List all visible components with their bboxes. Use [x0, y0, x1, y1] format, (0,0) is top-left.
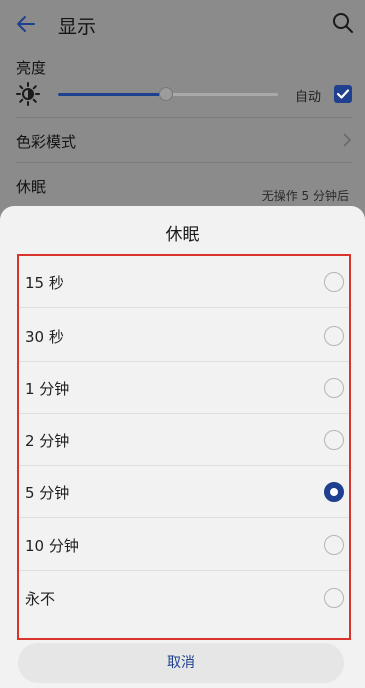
option-30-seconds[interactable]: 30 秒	[19, 310, 349, 362]
color-mode-item[interactable]: 色彩模式	[16, 131, 76, 152]
sleep-item-value: 无操作 5 分钟后	[261, 189, 349, 203]
auto-brightness-label: 自动	[295, 90, 322, 105]
search-icon[interactable]	[331, 11, 355, 35]
brightness-slider-fill	[58, 93, 166, 96]
option-2-minutes[interactable]: 2 分钟	[19, 414, 349, 466]
top-bar: 显示	[0, 0, 365, 48]
option-10-minutes[interactable]: 10 分钟	[19, 519, 349, 571]
option-15-seconds[interactable]: 15 秒	[19, 256, 349, 308]
option-never[interactable]: 永不	[19, 572, 349, 624]
option-label: 1 分钟	[25, 380, 70, 398]
radio-button[interactable]	[324, 430, 344, 450]
dialog-title: 休眠	[165, 225, 200, 245]
back-arrow-icon[interactable]	[14, 12, 38, 36]
option-label: 永不	[25, 590, 56, 608]
divider	[16, 117, 352, 118]
radio-button[interactable]	[324, 588, 344, 608]
cancel-button[interactable]: 取消	[18, 643, 344, 683]
divider	[16, 162, 352, 163]
brightness-row: 自动	[0, 82, 365, 110]
chevron-right-icon	[343, 133, 352, 147]
radio-button[interactable]	[324, 272, 344, 292]
option-5-minutes[interactable]: 5 分钟	[19, 466, 349, 518]
radio-button-selected[interactable]	[324, 482, 344, 502]
option-label: 15 秒	[25, 274, 64, 292]
radio-button[interactable]	[324, 535, 344, 555]
auto-brightness-checkbox[interactable]	[334, 85, 352, 103]
sleep-dialog: 休眠 15 秒 30 秒 1 分钟 2 分钟 5 分钟 10 分钟 永不 取消	[0, 206, 365, 688]
option-label: 30 秒	[25, 328, 64, 346]
option-1-minute[interactable]: 1 分钟	[19, 362, 349, 414]
option-label: 2 分钟	[25, 432, 70, 450]
option-label: 5 分钟	[25, 484, 70, 502]
page-title: 显示	[58, 16, 97, 38]
brightness-slider[interactable]	[58, 87, 278, 101]
brightness-label: 亮度	[16, 59, 47, 77]
radio-button[interactable]	[324, 326, 344, 346]
brightness-sun-icon	[16, 82, 40, 106]
sleep-options-list: 15 秒 30 秒 1 分钟 2 分钟 5 分钟 10 分钟 永不	[17, 254, 351, 640]
sleep-item-title[interactable]: 休眠	[16, 176, 46, 197]
radio-button[interactable]	[324, 378, 344, 398]
brightness-slider-thumb[interactable]	[158, 87, 173, 101]
option-label: 10 分钟	[25, 537, 79, 555]
